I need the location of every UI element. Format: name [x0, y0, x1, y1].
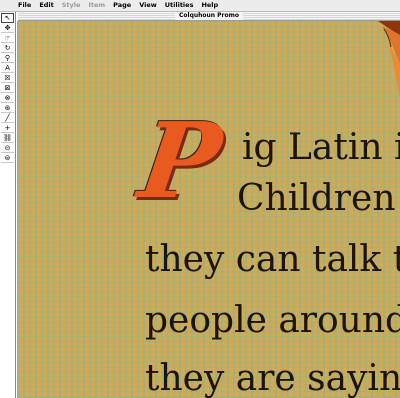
- rounded-picture-icon[interactable]: ⊠: [1, 83, 14, 93]
- unlink-icon[interactable]: ⊝: [1, 143, 14, 153]
- zoom-icon[interactable]: ⚲: [1, 53, 14, 63]
- document-canvas[interactable]: P ig Latin is Children l they can talk t…: [17, 21, 400, 398]
- oval-picture-icon[interactable]: ⊗: [1, 93, 14, 103]
- move-icon[interactable]: ✥: [1, 23, 14, 33]
- text-line-4: people around t: [145, 300, 400, 341]
- content-icon[interactable]: ☞: [1, 33, 14, 43]
- corner-illustration: [378, 21, 400, 99]
- menu-style[interactable]: Style: [58, 0, 85, 11]
- link-icon[interactable]: ⛓: [1, 133, 14, 143]
- rotate-icon[interactable]: ↻: [1, 43, 14, 53]
- menu-utilities[interactable]: Utilities: [161, 0, 198, 11]
- menu-file[interactable]: File: [14, 0, 35, 11]
- pointer-icon[interactable]: ↖: [1, 13, 14, 23]
- text-line-3: they can talk to: [145, 239, 400, 280]
- rect-picture-icon[interactable]: ☒: [1, 73, 14, 83]
- text-line-2: Children l: [237, 178, 400, 219]
- chain-icon[interactable]: ⊜: [1, 153, 14, 163]
- orthogonal-line-icon[interactable]: +: [1, 123, 14, 133]
- menu-help[interactable]: Help: [197, 0, 222, 11]
- menu-page[interactable]: Page: [109, 0, 135, 11]
- bezier-picture-icon[interactable]: ⊛: [1, 103, 14, 113]
- menu-bar: File Edit Style Item Page View Utilities…: [0, 0, 400, 12]
- text-box-icon[interactable]: A: [1, 63, 14, 73]
- line-icon[interactable]: ╱: [1, 113, 14, 123]
- window-title-bar[interactable]: Colquhoun Promo: [18, 12, 400, 21]
- text-line-1: ig Latin is: [242, 127, 400, 168]
- text-line-5: they are saying.: [145, 358, 400, 398]
- tool-palette: ↖ ✥ ☞ ↻ ⚲ A ☒ ⊠ ⊗ ⊛ ╱ + ⛓ ⊝ ⊜: [0, 12, 16, 398]
- drop-cap-letter: P: [132, 99, 228, 222]
- menu-item[interactable]: Item: [84, 0, 109, 11]
- window-title: Colquhoun Promo: [174, 12, 244, 20]
- menu-edit[interactable]: Edit: [35, 0, 57, 11]
- menu-view[interactable]: View: [135, 0, 161, 11]
